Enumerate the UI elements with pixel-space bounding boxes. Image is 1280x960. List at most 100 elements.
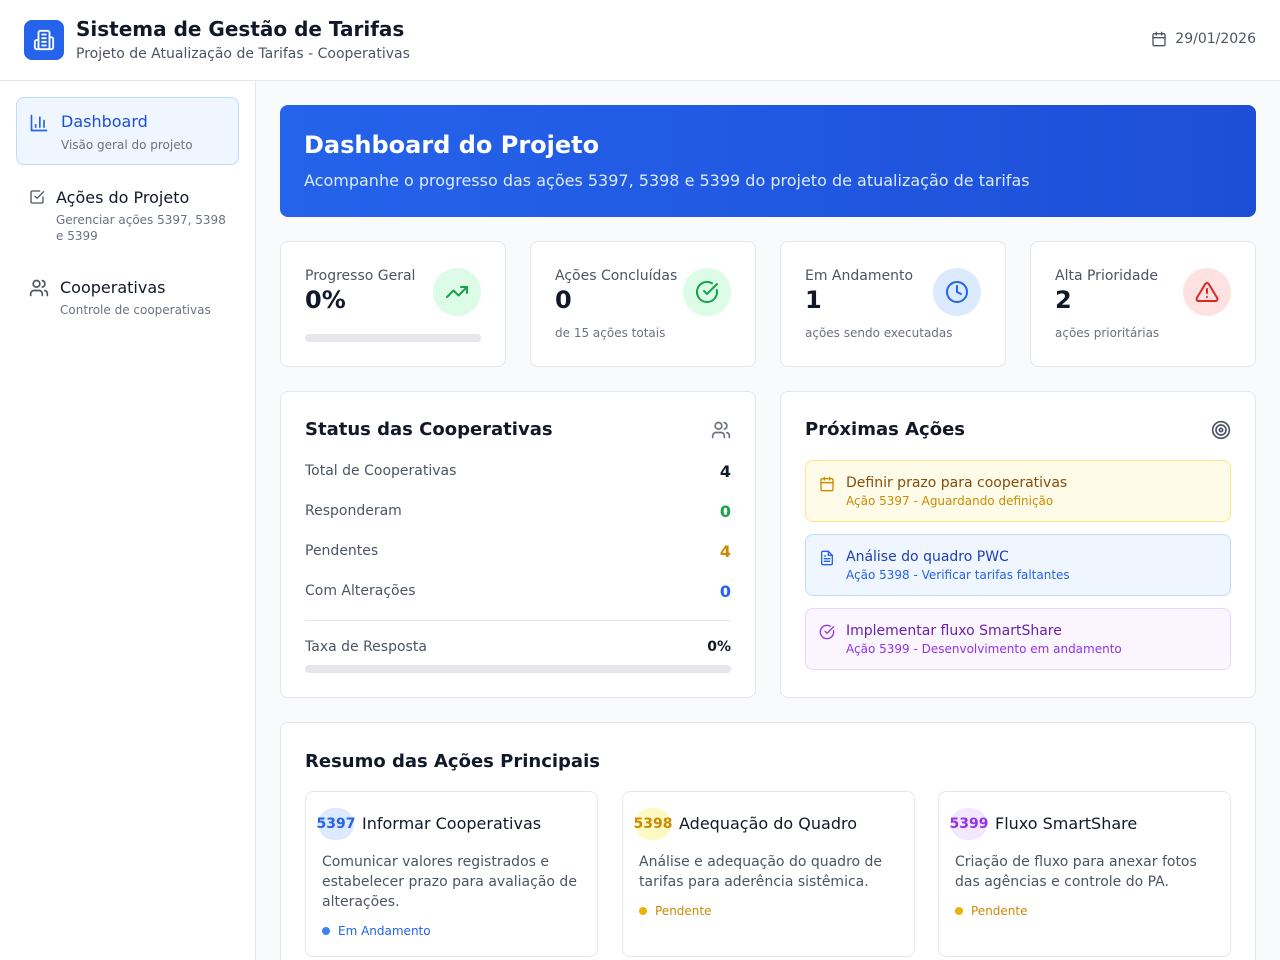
action-description: Análise e adequação do quadro de tarifas… [639, 854, 883, 890]
section-title: Status das Cooperativas [305, 419, 553, 440]
next-action-title: Análise do quadro PWC [846, 549, 1009, 565]
stat-value: 1 [805, 286, 822, 314]
bar-chart-icon [30, 114, 48, 132]
stat-card-in-progress: Em Andamento 1 ações sendo executadas [780, 241, 1006, 367]
stat-card-completed: Ações Concluídas 0 de 15 ações totais [530, 241, 756, 367]
row-label: Total de Cooperativas [305, 463, 457, 479]
stat-value: 2 [1055, 286, 1072, 314]
coop-row-pending: Pendentes 4 [305, 542, 731, 562]
sidebar-item-description: Controle de cooperativas [60, 303, 211, 317]
response-rate-row: Taxa de Resposta 0% [305, 638, 731, 658]
sidebar-item-description: Visão geral do projeto [61, 138, 193, 152]
stat-label: Progresso Geral [305, 268, 416, 284]
sidebar-item-cooperativas[interactable]: Cooperativas Controle de cooperativas [16, 263, 239, 325]
check-circle-icon [683, 268, 731, 316]
next-action-subtitle: Ação 5398 - Verificar tarifas faltantes [846, 568, 1070, 582]
check-circle-icon [819, 624, 835, 640]
next-action-title: Definir prazo para cooperativas [846, 475, 1068, 491]
action-title: Adequação do Quadro [679, 814, 857, 833]
action-title: Fluxo SmartShare [995, 814, 1138, 833]
sidebar-item-dashboard[interactable]: Dashboard Visão geral do projeto [16, 97, 239, 165]
coop-row-total: Total de Cooperativas 4 [305, 462, 731, 482]
sidebar-item-label: Cooperativas [60, 278, 166, 297]
header-date: 29/01/2026 [1151, 31, 1256, 47]
app-header: Sistema de Gestão de Tarifas Projeto de … [0, 0, 1280, 81]
row-label: Pendentes [305, 543, 379, 559]
status-badge: Em Andamento [322, 924, 431, 938]
app-title: Sistema de Gestão de Tarifas [76, 17, 405, 41]
users-icon [29, 279, 49, 297]
status-badge: Pendente [639, 904, 712, 918]
summary-action-5399[interactable]: 5399 Fluxo SmartShare Criação de fluxo p… [938, 791, 1231, 957]
summary-action-5398[interactable]: 5398 Adequação do Quadro Análise e adequ… [622, 791, 915, 957]
progress-bar [305, 334, 481, 342]
response-rate-value: 0% [707, 639, 731, 655]
check-square-icon [30, 190, 45, 204]
status-dot [322, 927, 330, 935]
stat-card-high-priority: Alta Prioridade 2 ações prioritárias [1030, 241, 1256, 367]
current-date: 29/01/2026 [1175, 31, 1256, 47]
alert-triangle-icon [1183, 268, 1231, 316]
calendar-icon [1152, 31, 1166, 47]
app-subtitle: Projeto de Atualização de Tarifas - Coop… [76, 46, 410, 62]
summary-action-5397[interactable]: 5397 Informar Cooperativas Comunicar val… [305, 791, 598, 957]
stat-label: Ações Concluídas [555, 268, 678, 284]
users-icon [711, 421, 731, 439]
stat-label: Alta Prioridade [1055, 268, 1159, 284]
next-action-item[interactable]: Análise do quadro PWC Ação 5398 - Verifi… [805, 534, 1231, 596]
stat-card-progress: Progresso Geral 0% [280, 241, 506, 367]
next-action-subtitle: Ação 5399 - Desenvolvimento em andamento [846, 642, 1122, 656]
sidebar-item-label: Dashboard [61, 112, 148, 131]
coop-row-responded: Responderam 0 [305, 502, 731, 522]
sidebar-item-description: Gerenciar ações 5397, 5398 e 5399 [56, 213, 226, 243]
status-label: Pendente [655, 904, 712, 918]
section-title: Resumo das Ações Principais [305, 751, 600, 772]
row-value: 4 [719, 542, 731, 561]
status-dot [955, 907, 963, 915]
status-badge: Pendente [955, 904, 1028, 918]
response-rate-label: Taxa de Resposta [305, 639, 427, 655]
building-icon [24, 20, 64, 60]
sidebar: Dashboard Visão geral do projeto Ações d… [0, 81, 256, 960]
row-value: 0 [719, 502, 731, 521]
page-title: Dashboard do Projeto [304, 131, 600, 159]
status-label: Pendente [971, 904, 1028, 918]
divider [305, 620, 731, 621]
stat-note: ações prioritárias [1055, 326, 1160, 340]
row-label: Com Alterações [305, 583, 416, 599]
trending-up-icon [433, 268, 481, 316]
next-action-title: Implementar fluxo SmartShare [846, 623, 1062, 639]
status-dot [639, 907, 647, 915]
page-subtitle: Acompanhe o progresso das ações 5397, 53… [304, 171, 1030, 190]
action-code-badge: 5398 [634, 808, 672, 840]
response-rate-bar [305, 665, 731, 673]
next-actions-card: Próximas Ações Definir prazo para cooper… [780, 391, 1256, 698]
sidebar-item-label: Ações do Projeto [56, 188, 190, 207]
stat-label: Em Andamento [805, 268, 914, 284]
clock-icon [933, 268, 981, 316]
action-code-badge: 5397 [317, 808, 355, 840]
section-title: Próximas Ações [805, 419, 965, 440]
action-title: Informar Cooperativas [362, 814, 542, 833]
next-action-item[interactable]: Implementar fluxo SmartShare Ação 5399 -… [805, 608, 1231, 670]
stat-value: 0 [555, 286, 572, 314]
stat-note: ações sendo executadas [805, 326, 953, 340]
row-label: Responderam [305, 503, 402, 519]
coop-status-card: Status das Cooperativas Total de Coopera… [280, 391, 756, 698]
coop-row-changes: Com Alterações 0 [305, 582, 731, 602]
dashboard-banner: Dashboard do Projeto Acompanhe o progres… [280, 105, 1256, 217]
sidebar-item-acoes[interactable]: Ações do Projeto Gerenciar ações 5397, 5… [16, 173, 239, 253]
status-label: Em Andamento [338, 924, 431, 938]
action-description: Comunicar valores registrados e estabele… [322, 854, 577, 910]
row-value: 4 [719, 462, 731, 481]
target-icon [1211, 420, 1231, 440]
file-text-icon [821, 550, 833, 566]
calendar-icon [820, 476, 834, 492]
action-code-badge: 5399 [950, 808, 988, 840]
row-value: 0 [719, 582, 731, 601]
action-description: Criação de fluxo para anexar fotos das a… [955, 854, 1197, 890]
stat-value: 0% [305, 286, 346, 314]
next-action-item[interactable]: Definir prazo para cooperativas Ação 539… [805, 460, 1231, 522]
stat-note: de 15 ações totais [555, 326, 666, 340]
summary-card: Resumo das Ações Principais 5397 Informa… [280, 722, 1256, 960]
